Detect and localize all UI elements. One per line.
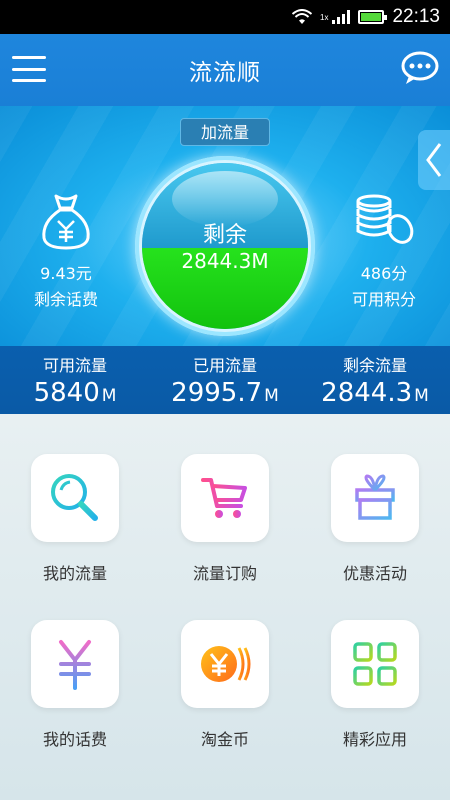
available-flow-value: 5840 <box>33 378 100 408</box>
tile-label: 淘金币 <box>200 730 249 749</box>
wifi-icon <box>292 9 312 24</box>
used-flow-unit: M <box>264 386 279 406</box>
coin-icon <box>201 646 251 682</box>
remaining-flow-label: 剩余流量 <box>342 356 407 375</box>
money-bag-icon <box>42 194 90 250</box>
flow-stats-bar: 可用流量 5840 M 已用流量 2995.7 M 剩余流量 2844.3 M <box>0 346 450 414</box>
tile-label: 精彩应用 <box>342 730 407 749</box>
used-flow-value: 2995.7 <box>171 378 263 408</box>
available-flow-label: 可用流量 <box>42 356 107 375</box>
add-flow-button[interactable]: 加流量 <box>180 118 270 146</box>
status-bar: 1x 22:13 <box>0 0 450 34</box>
available-flow-unit: M <box>101 386 117 406</box>
balance-summary[interactable]: 9.43元 剩余话费 <box>6 186 126 310</box>
used-flow-label: 已用流量 <box>192 356 257 375</box>
balance-label: 剩余话费 <box>33 290 98 309</box>
available-flow: 可用流量 5840 M <box>0 346 150 414</box>
tile-my-bill[interactable]: 我的话费 <box>15 620 135 750</box>
tile-featured-apps[interactable]: 精彩应用 <box>315 620 435 750</box>
tile-label: 优惠活动 <box>342 564 407 583</box>
ball-label: 剩余 <box>202 223 247 248</box>
coins-stack-icon <box>356 194 414 244</box>
used-flow: 已用流量 2995.7 M <box>150 346 300 414</box>
signal-icon <box>332 10 351 24</box>
points-value: 486分 <box>360 264 408 283</box>
message-icon[interactable] <box>400 50 440 86</box>
clock: 22:13 <box>392 6 440 27</box>
apps-grid-icon <box>353 642 397 686</box>
gift-icon <box>355 474 395 520</box>
tile-gold-coins[interactable]: 淘金币 <box>165 620 285 750</box>
network-type: 1x <box>320 12 329 22</box>
side-drawer-tab[interactable] <box>418 130 450 190</box>
page-title: 流流顺 <box>189 60 261 86</box>
tile-my-flow[interactable]: 我的流量 <box>15 454 135 584</box>
feature-grid: 我的流量 流量订购 优惠活动 我的话费 淘金币 精彩应用 <box>0 414 450 800</box>
tile-label: 我的话费 <box>42 730 107 749</box>
magnifier-icon <box>51 474 98 521</box>
ball-value: 2844.3M <box>181 249 269 273</box>
app-header: 流流顺 <box>0 34 450 106</box>
points-summary[interactable]: 486分 可用积分 <box>324 186 444 310</box>
remaining-flow-value: 2844.3 <box>321 378 413 408</box>
chevron-left-icon <box>426 143 442 177</box>
tile-promotions[interactable]: 优惠活动 <box>315 454 435 584</box>
cart-icon <box>201 478 247 518</box>
balance-value: 9.43元 <box>40 264 92 283</box>
remaining-flow-ball[interactable]: 剩余 2844.3M <box>135 156 315 336</box>
menu-icon[interactable] <box>12 56 46 82</box>
battery-icon <box>358 10 388 24</box>
remaining-flow-unit: M <box>414 386 429 406</box>
flow-overview: 加流量 9.43元 剩余话费 剩余 2844.3M 486分 可用积分 <box>0 106 450 346</box>
remaining-flow: 剩余流量 2844.3 M <box>300 346 450 414</box>
tile-flow-order[interactable]: 流量订购 <box>165 454 285 584</box>
tile-label: 流量订购 <box>192 564 257 583</box>
points-label: 可用积分 <box>351 290 416 309</box>
yen-icon <box>59 640 91 690</box>
tile-label: 我的流量 <box>42 564 107 583</box>
